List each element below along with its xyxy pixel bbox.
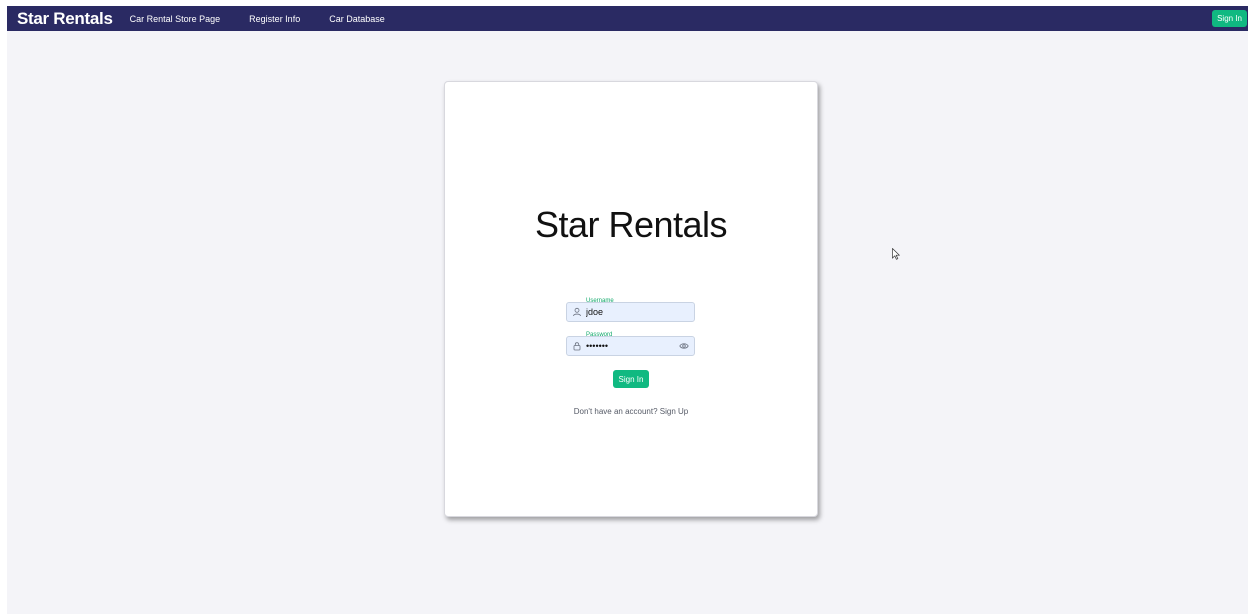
nav-link-register-info[interactable]: Register Info <box>249 14 300 24</box>
mouse-pointer-icon <box>892 248 900 260</box>
lock-icon <box>573 342 581 351</box>
password-input[interactable] <box>586 340 676 352</box>
top-navbar: Star Rentals Car Rental Store Page Regis… <box>7 6 1248 31</box>
nav-link-car-database[interactable]: Car Database <box>329 14 385 24</box>
username-input[interactable] <box>586 306 676 318</box>
username-label: Username <box>586 298 614 304</box>
brand-logo-link[interactable]: Star Rentals <box>17 9 113 29</box>
eye-icon[interactable] <box>679 341 689 351</box>
password-label: Password <box>586 332 613 338</box>
username-field[interactable]: Username <box>566 298 695 322</box>
nav-link-car-rental-store[interactable]: Car Rental Store Page <box>130 14 221 24</box>
app-frame: Star Rentals Car Rental Store Page Regis… <box>7 6 1248 614</box>
signup-prompt: Don't have an account? Sign Up <box>445 407 817 416</box>
sign-up-link[interactable]: Sign Up <box>660 407 688 416</box>
signup-prompt-text: Don't have an account? <box>573 407 658 416</box>
user-icon <box>573 307 581 317</box>
login-title: Star Rentals <box>534 204 728 245</box>
navbar-sign-in-button[interactable]: Sign In <box>1212 10 1247 27</box>
login-card: Star Rentals Username Password Sign In <box>444 81 818 517</box>
password-field[interactable]: Password <box>566 332 695 356</box>
sign-in-button[interactable]: Sign In <box>613 370 649 388</box>
